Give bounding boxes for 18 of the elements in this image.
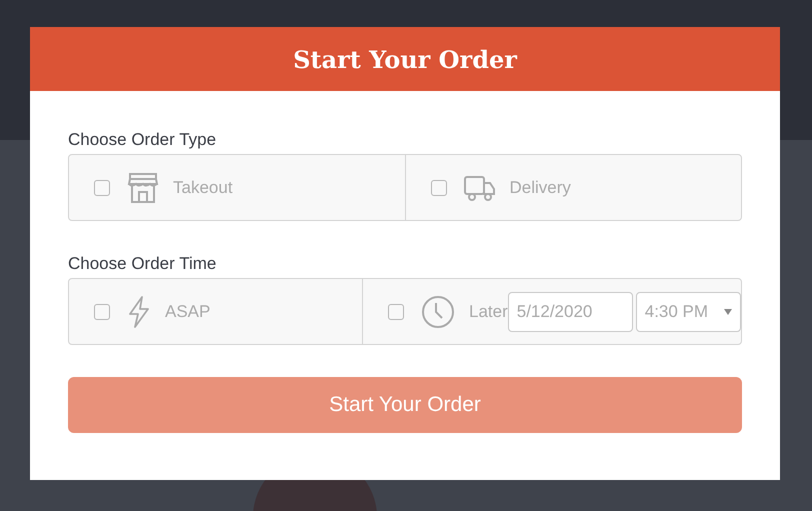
dialog-title: Start Your Order xyxy=(293,44,517,74)
clock-icon xyxy=(421,294,455,328)
option-label[interactable]: ASAP xyxy=(165,302,210,322)
lightning-icon xyxy=(127,296,151,328)
checkbox[interactable] xyxy=(94,304,110,320)
date-field[interactable]: 5/12/2020 xyxy=(508,292,633,332)
time-select[interactable]: 4:30 PM xyxy=(636,292,741,332)
truck-icon xyxy=(464,174,496,202)
option-label[interactable]: Takeout xyxy=(173,178,233,198)
option-label[interactable]: Delivery xyxy=(510,178,571,198)
group-label: Choose Order Type xyxy=(68,130,216,150)
option-label[interactable]: Later xyxy=(469,302,508,322)
caret-icon xyxy=(724,308,732,314)
store-icon xyxy=(127,172,159,204)
checkbox[interactable] xyxy=(430,180,446,196)
group-label: Choose Order Time xyxy=(68,254,216,274)
checkbox[interactable] xyxy=(388,304,404,320)
checkbox[interactable] xyxy=(94,180,110,196)
